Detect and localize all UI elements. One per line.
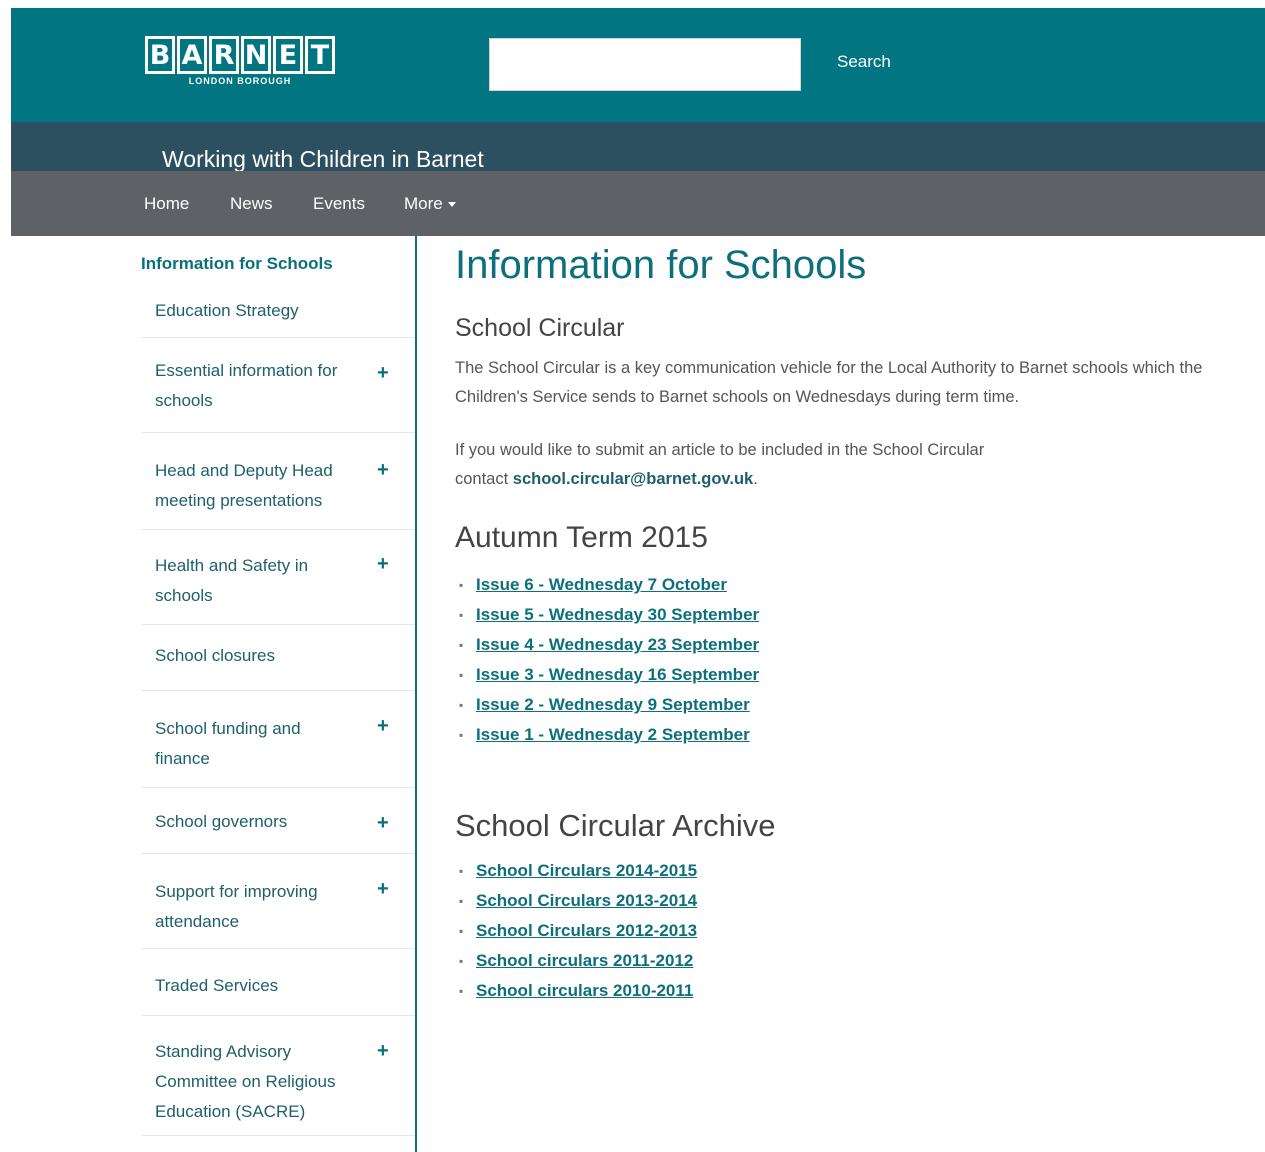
document-link[interactable]: Issue 4 - Wednesday 23 September [476, 635, 759, 655]
contact-suffix: . [753, 470, 758, 488]
submit-text: If you would like to submit an article t… [455, 441, 985, 459]
document-link[interactable]: School circulars 2011-2012 [476, 951, 693, 971]
archive-list: ▪ School Circulars 2014-2015 ▪ School Circu… [455, 856, 697, 1006]
search-button[interactable]: Search [837, 52, 891, 72]
search-input[interactable] [489, 38, 801, 91]
sidebar-item-label: Standing Advisory Committee on Religious… [155, 1042, 336, 1121]
document-link[interactable]: Issue 1 - Wednesday 2 September [476, 725, 750, 745]
document-link[interactable]: School Circulars 2013-2014 [476, 891, 697, 911]
document-link[interactable]: Issue 6 - Wednesday 7 October [476, 575, 727, 595]
caret-down-icon [447, 202, 456, 208]
sidebar-item-label: Traded Services [155, 976, 279, 995]
nav-item-home[interactable]: Home [144, 194, 189, 214]
list-item: ▪ Issue 4 - Wednesday 23 September [455, 630, 759, 660]
nav-item-more[interactable]: More [404, 194, 456, 214]
sidebar-divider [415, 236, 417, 1152]
sidebar: Information for Schools Education Strate… [141, 236, 416, 1136]
list-item: ▪ Issue 6 - Wednesday 7 October [455, 570, 759, 600]
document-link[interactable]: Issue 3 - Wednesday 16 September [476, 665, 759, 685]
document-link[interactable]: School circulars 2010-2011 [476, 981, 693, 1001]
sidebar-item[interactable]: Support for improving attendance + [141, 854, 416, 949]
logo-letter: N [241, 36, 271, 74]
sidebar-item-label: Essential information for schools [155, 361, 338, 410]
sidebar-item-label: Health and Safety in schools [155, 556, 309, 605]
logo-letter: R [209, 36, 239, 74]
plus-icon[interactable]: + [377, 1041, 389, 1061]
document-link[interactable]: Issue 5 - Wednesday 30 September [476, 605, 759, 625]
logo-letters: B A R N E T [145, 36, 335, 74]
site-title[interactable]: Working with Children in Barnet [162, 146, 484, 173]
contact-prefix: contact [455, 470, 513, 488]
list-item: ▪ School circulars 2010-2011 [455, 976, 697, 1006]
sidebar-item-label: Support for improving attendance [155, 882, 318, 931]
sidebar-item-label: Head and Deputy Head meeting presentatio… [155, 461, 333, 510]
sidebar-item-label: Education Strategy [155, 301, 299, 320]
list-item: ▪ Issue 2 - Wednesday 9 September [455, 690, 759, 720]
sidebar-item[interactable]: School closures [141, 625, 416, 691]
sidebar-item[interactable]: Head and Deputy Head meeting presentatio… [141, 433, 416, 530]
logo-letter: A [177, 36, 207, 74]
circular-intro: The School Circular is a key communicati… [455, 359, 1203, 406]
nav-item-events[interactable]: Events [313, 194, 365, 214]
bullet-icon: ▪ [459, 924, 464, 938]
bullet-icon: ▪ [459, 954, 464, 968]
sidebar-list: Education Strategy Essential information … [141, 296, 416, 1136]
archive-heading: School Circular Archive [455, 808, 776, 843]
bullet-icon: ▪ [459, 864, 464, 878]
bullet-icon: ▪ [459, 728, 464, 742]
bullet-icon: ▪ [459, 638, 464, 652]
plus-icon[interactable]: + [377, 554, 389, 574]
bullet-icon: ▪ [459, 894, 464, 908]
bullet-icon: ▪ [459, 668, 464, 682]
bullet-icon: ▪ [459, 578, 464, 592]
plus-icon[interactable]: + [377, 813, 389, 833]
document-link[interactable]: Issue 2 - Wednesday 9 September [476, 695, 750, 715]
sidebar-item[interactable]: Education Strategy [141, 296, 416, 338]
school-circular-heading: School Circular [455, 314, 625, 342]
list-item: ▪ School Circulars 2013-2014 [455, 886, 697, 916]
logo-letter: T [305, 36, 335, 74]
sidebar-item-label: School closures [155, 646, 276, 665]
contact-email-link[interactable]: school.circular@barnet.gov.uk [513, 470, 753, 488]
sidebar-item[interactable]: School governors + [141, 788, 416, 854]
plus-icon[interactable]: + [377, 879, 389, 899]
list-item: ▪ School Circulars 2012-2013 [455, 916, 697, 946]
main-nav: Home News Events More [11, 171, 1265, 236]
list-item: ▪ Issue 5 - Wednesday 30 September [455, 600, 759, 630]
bullet-icon: ▪ [459, 984, 464, 998]
list-item: ▪ Issue 3 - Wednesday 16 September [455, 660, 759, 690]
document-link[interactable]: School Circulars 2012-2013 [476, 921, 697, 941]
autumn-term-heading: Autumn Term 2015 [455, 521, 708, 554]
plus-icon[interactable]: + [377, 716, 389, 736]
nav-item-news[interactable]: News [230, 194, 273, 214]
barnet-logo[interactable]: B A R N E T LONDON BOROUGH [145, 36, 335, 84]
circular-submit-text: If you would like to submit an article t… [455, 436, 1250, 494]
sidebar-item[interactable]: Health and Safety in schools + [141, 530, 416, 625]
sidebar-item-label: School funding and finance [155, 719, 301, 768]
nav-more-label: More [404, 194, 443, 213]
bullet-icon: ▪ [459, 608, 464, 622]
sidebar-item[interactable]: School funding and finance + [141, 691, 416, 788]
logo-letter: B [145, 36, 175, 74]
page-title: Information for Schools [455, 243, 867, 287]
list-item: ▪ Issue 1 - Wednesday 2 September [455, 720, 759, 750]
site-title-band: Working with Children in Barnet [11, 122, 1265, 173]
list-item: ▪ School Circulars 2014-2015 [455, 856, 697, 886]
sidebar-item-label: School governors [155, 812, 288, 831]
logo-subtitle: LONDON BOROUGH [188, 76, 292, 84]
plus-icon[interactable]: + [377, 363, 389, 383]
list-item: ▪ School circulars 2011-2012 [455, 946, 697, 976]
sidebar-item[interactable]: Essential information for schools + [141, 338, 416, 433]
logo-letter: E [273, 36, 303, 74]
site-header: B A R N E T LONDON BOROUGH Search [11, 8, 1265, 122]
autumn-issue-list: ▪ Issue 6 - Wednesday 7 October ▪ Issue 5 -… [455, 570, 759, 750]
sidebar-item[interactable]: Standing Advisory Committee on Religious… [141, 1016, 416, 1136]
sidebar-item[interactable]: Traded Services [141, 949, 416, 1016]
bullet-icon: ▪ [459, 698, 464, 712]
plus-icon[interactable]: + [377, 460, 389, 480]
document-link[interactable]: School Circulars 2014-2015 [476, 861, 697, 881]
